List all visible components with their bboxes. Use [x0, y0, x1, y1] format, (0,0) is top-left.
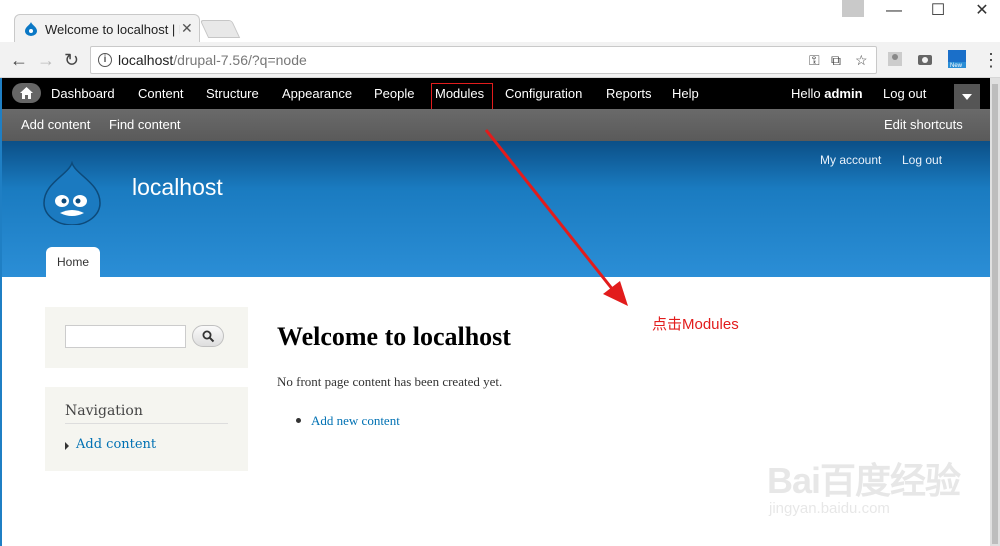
baidu-watermark: Bai百度经验 jingyan.baidu.com [767, 440, 961, 525]
watermark-text: Bai百度经验 [767, 460, 961, 501]
watermark-url: jingyan.baidu.com [769, 500, 890, 517]
annotation-label: 点击Modules [652, 316, 739, 333]
